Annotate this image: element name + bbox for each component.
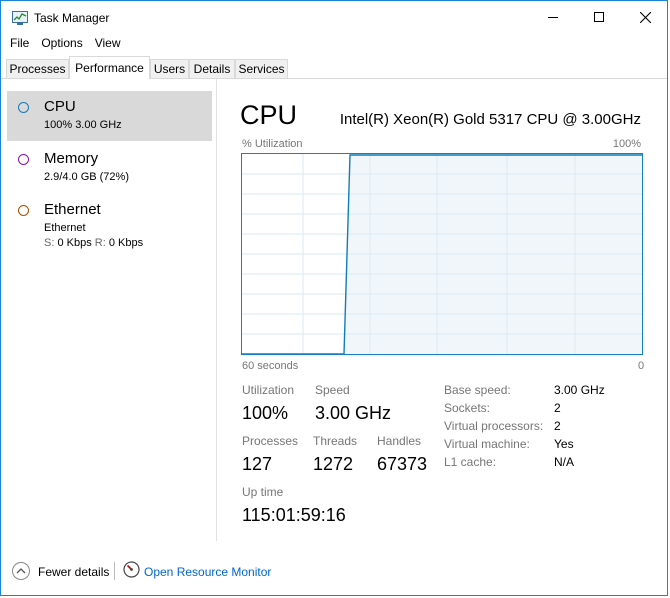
open-resource-monitor-link[interactable]: Open Resource Monitor xyxy=(144,564,271,580)
recv-value: 0 Kbps xyxy=(108,237,144,249)
tab-details[interactable]: Details xyxy=(189,59,235,78)
resource-memory-name: Memory xyxy=(44,150,99,167)
task-manager-window: Task Manager File Options View Processes… xyxy=(0,0,668,596)
resource-ethernet-adapter: Ethernet xyxy=(44,222,86,234)
resource-memory[interactable]: Memory 2.9/4.0 GB (72%) xyxy=(7,143,212,193)
tab-processes[interactable]: Processes xyxy=(6,59,69,78)
graph-y-max-label: 100% xyxy=(612,138,641,150)
graph-x-right-label: 0 xyxy=(638,360,645,372)
handles-label: Handles xyxy=(377,434,422,448)
cpu-utilization-graph xyxy=(241,153,643,355)
cpu-model: Intel(R) Xeon(R) Gold 5317 CPU @ 3.00GHz xyxy=(339,111,641,128)
close-button[interactable] xyxy=(622,1,668,33)
sockets-value: 2 xyxy=(554,401,561,415)
cpu-indicator-icon xyxy=(18,102,29,113)
resource-list: CPU 100% 3.00 GHz Memory 2.9/4.0 GB (72%… xyxy=(1,79,217,541)
resource-memory-detail: 2.9/4.0 GB (72%) xyxy=(44,171,129,183)
tab-services[interactable]: Services xyxy=(235,59,288,78)
menu-view[interactable]: View xyxy=(89,34,127,52)
resource-ethernet[interactable]: Ethernet Ethernet S: 0 Kbps R: 0 Kbps xyxy=(7,195,212,255)
processes-value: 127 xyxy=(242,454,273,474)
resource-cpu[interactable]: CPU 100% 3.00 GHz xyxy=(7,91,212,141)
base-speed-value: 3.00 GHz xyxy=(554,383,605,397)
menu-file[interactable]: File xyxy=(1,34,35,52)
base-speed-label: Base speed: xyxy=(444,383,511,397)
resource-monitor-icon[interactable] xyxy=(123,561,140,578)
tab-users[interactable]: Users xyxy=(150,59,189,78)
speed-value: 3.00 GHz xyxy=(315,403,392,423)
ethernet-indicator-icon xyxy=(18,205,29,216)
tab-performance[interactable]: Performance xyxy=(69,56,150,79)
uptime-label: Up time xyxy=(242,485,284,499)
send-value: 0 Kbps xyxy=(57,237,92,249)
uptime-value: 115:01:59:16 xyxy=(242,505,346,525)
l1-cache-value: N/A xyxy=(554,455,575,469)
cpu-graph-svg xyxy=(242,154,642,355)
virtual-machine-value: Yes xyxy=(554,437,574,451)
speed-label: Speed xyxy=(315,383,350,397)
menu-options[interactable]: Options xyxy=(35,34,88,52)
window-title: Task Manager xyxy=(34,11,110,25)
title-bar[interactable]: Task Manager xyxy=(1,1,667,33)
page-title: CPU xyxy=(240,100,298,130)
resource-ethernet-name: Ethernet xyxy=(44,201,101,218)
utilization-label: Utilization xyxy=(242,383,295,397)
task-manager-icon xyxy=(12,11,28,25)
close-icon xyxy=(639,11,651,23)
graph-x-left-label: 60 seconds xyxy=(242,360,299,372)
memory-indicator-icon xyxy=(18,154,29,165)
graph-y-label: % Utilization xyxy=(242,138,303,150)
minimize-icon xyxy=(548,17,558,18)
maximize-button[interactable] xyxy=(576,1,622,33)
resource-ethernet-throughput: S: 0 Kbps R: 0 Kbps xyxy=(44,237,143,249)
minimize-button[interactable] xyxy=(530,1,576,33)
resource-cpu-name: CPU xyxy=(44,98,76,115)
send-label: S: xyxy=(44,237,55,249)
footer-divider xyxy=(114,562,115,580)
processes-label: Processes xyxy=(242,434,299,448)
fewer-details-label[interactable]: Fewer details xyxy=(38,564,109,580)
virtual-processors-label: Virtual processors: xyxy=(444,419,544,433)
maximize-icon xyxy=(594,12,604,22)
resource-cpu-detail: 100% 3.00 GHz xyxy=(44,119,122,131)
l1-cache-label: L1 cache: xyxy=(444,455,497,469)
fewer-details-button[interactable] xyxy=(11,560,33,582)
tab-strip: Processes Performance Users Details Serv… xyxy=(1,56,667,79)
handles-value: 67373 xyxy=(377,454,428,474)
chevron-up-icon xyxy=(12,562,30,580)
footer: Fewer details Open Resource Monitor xyxy=(1,556,667,586)
virtual-machine-label: Virtual machine: xyxy=(444,437,530,451)
menu-bar: File Options View xyxy=(1,34,127,52)
utilization-value: 100% xyxy=(242,403,289,423)
threads-label: Threads xyxy=(313,434,358,448)
recv-label: R: xyxy=(94,237,106,249)
sockets-label: Sockets: xyxy=(444,401,491,415)
threads-value: 1272 xyxy=(313,454,354,474)
virtual-processors-value: 2 xyxy=(554,419,561,433)
